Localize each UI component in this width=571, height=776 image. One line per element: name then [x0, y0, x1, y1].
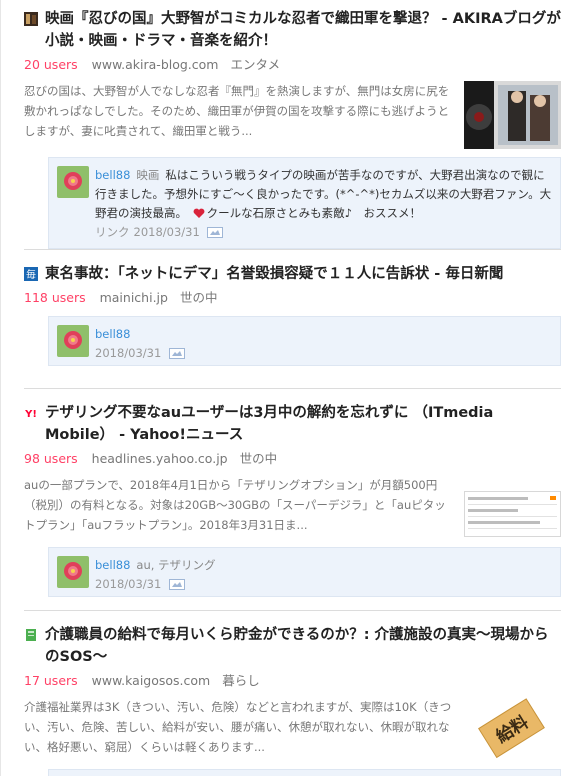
entry-title-link[interactable]: 東名事故：「ネットにデマ」名誉毀損容疑で１１人に告訴状 - 毎日新聞	[45, 263, 503, 285]
svg-text:毎: 毎	[26, 268, 36, 281]
entry-meta: 118 users mainichi.jp 世の中	[24, 289, 561, 307]
entry-domain[interactable]: mainichi.jp	[100, 290, 168, 305]
entry-thumbnail[interactable]: 給料	[464, 697, 561, 759]
bookmark-comment: bell88 2018/03/31	[48, 316, 561, 366]
akira-blog-favicon-icon	[24, 12, 38, 26]
bookmark-users-count[interactable]: 17 users	[24, 673, 78, 688]
entry-summary: auの一部プランで、2018年4月1日から「テザリングオプション」が月額500円…	[24, 478, 446, 532]
user-avatar[interactable]	[57, 556, 89, 588]
comment-username[interactable]: bell88	[95, 327, 130, 341]
bookmark-comment: bell88 au, テザリング 2018/03/31	[48, 547, 561, 597]
entry-separator	[24, 388, 561, 389]
mainichi-favicon-icon: 毎	[24, 267, 38, 281]
comment-date: 2018/03/31	[95, 577, 162, 591]
user-avatar[interactable]	[57, 325, 89, 357]
entry-domain[interactable]: headlines.yahoo.co.jp	[92, 451, 228, 466]
edit-bookmark-icon[interactable]	[207, 227, 224, 238]
entry-summary: 忍びの国は、大野智が人でなしな忍者『無門』を熱演しますが、無門は女房に尻を敷かれ…	[24, 84, 450, 138]
entry-title-link[interactable]: テザリング不要なauユーザーは3月中の解約を忘れずに （ITmedia Mobi…	[45, 402, 561, 446]
entry-domain[interactable]: www.kaigosos.com	[92, 673, 211, 688]
left-border	[0, 0, 1, 776]
entry-category[interactable]: 世の中	[180, 290, 218, 305]
yahoo-favicon-icon: Y!	[24, 409, 37, 420]
entry-thumbnail[interactable]	[464, 81, 561, 149]
entry-thumbnail[interactable]	[464, 491, 561, 537]
svg-text:Y!: Y!	[24, 409, 37, 420]
comment-username[interactable]: bell88	[95, 168, 130, 182]
entry-summary: 介護福祉業界は3K（きつい、汚い、危険）などと言われますが、実際は10K（きつい…	[24, 700, 452, 754]
bookmark-users-count[interactable]: 118 users	[24, 290, 86, 305]
comment-footer: リンク 2018/03/31	[95, 223, 552, 242]
entry-item: 映画『忍びの国』大野智がコミカルな忍者で織田軍を撃退？ - AKIRAブログが小…	[24, 8, 561, 249]
entry-meta: 98 users headlines.yahoo.co.jp 世の中	[24, 450, 561, 468]
comment-tags[interactable]: au, テザリング	[136, 558, 215, 572]
entry-item: 介護職員の給料で毎月いくら貯金ができるのか？: 介護施設の真実〜現場からのSOS…	[24, 624, 561, 776]
entry-category[interactable]: 世の中	[240, 451, 278, 466]
comment-date: 2018/03/31	[95, 346, 162, 360]
entry-category[interactable]: 暮らし	[222, 673, 260, 688]
user-avatar[interactable]	[57, 166, 89, 198]
entry-item: Y! テザリング不要なauユーザーは3月中の解約を忘れずに （ITmedia M…	[24, 402, 561, 597]
entry-title-link[interactable]: 介護職員の給料で毎月いくら貯金ができるのか？: 介護施設の真実〜現場からのSOS…	[45, 624, 561, 668]
heart-emoji-icon	[193, 208, 205, 218]
comment-footer: 2018/03/31	[95, 344, 552, 363]
kaigosos-favicon-icon	[26, 629, 36, 641]
bookmark-comment-partial	[48, 769, 561, 776]
entry-category[interactable]: エンタメ	[230, 57, 280, 72]
entry-domain[interactable]: www.akira-blog.com	[92, 57, 219, 72]
entry-title-link[interactable]: 映画『忍びの国』大野智がコミカルな忍者で織田軍を撃退？ - AKIRAブログが小…	[45, 8, 561, 52]
comment-tags[interactable]: 映画	[136, 168, 159, 182]
edit-bookmark-icon[interactable]	[168, 579, 185, 590]
entry-separator	[24, 610, 561, 611]
entry-item: 毎 東名事故：「ネットにデマ」名誉毀損容疑で１１人に告訴状 - 毎日新聞 118…	[24, 263, 561, 366]
comment-username[interactable]: bell88	[95, 558, 130, 572]
comment-text-continued: クールな石原さとみも素敵♪ おススメ！	[206, 206, 421, 220]
bookmark-users-count[interactable]: 98 users	[24, 451, 78, 466]
comment-link[interactable]: リンク	[95, 225, 130, 239]
entry-meta: 17 users www.kaigosos.com 暮らし	[24, 672, 561, 690]
comment-footer: 2018/03/31	[95, 575, 552, 594]
bookmark-comment: bell88 映画 私はこういう戦うタイプの映画が苦手なのですが、大野君出演なので観…	[48, 157, 561, 249]
bookmark-users-count[interactable]: 20 users	[24, 57, 78, 72]
comment-date: 2018/03/31	[133, 225, 200, 239]
entry-meta: 20 users www.akira-blog.com エンタメ	[24, 56, 561, 74]
edit-bookmark-icon[interactable]	[168, 348, 185, 359]
entry-separator	[24, 249, 561, 250]
